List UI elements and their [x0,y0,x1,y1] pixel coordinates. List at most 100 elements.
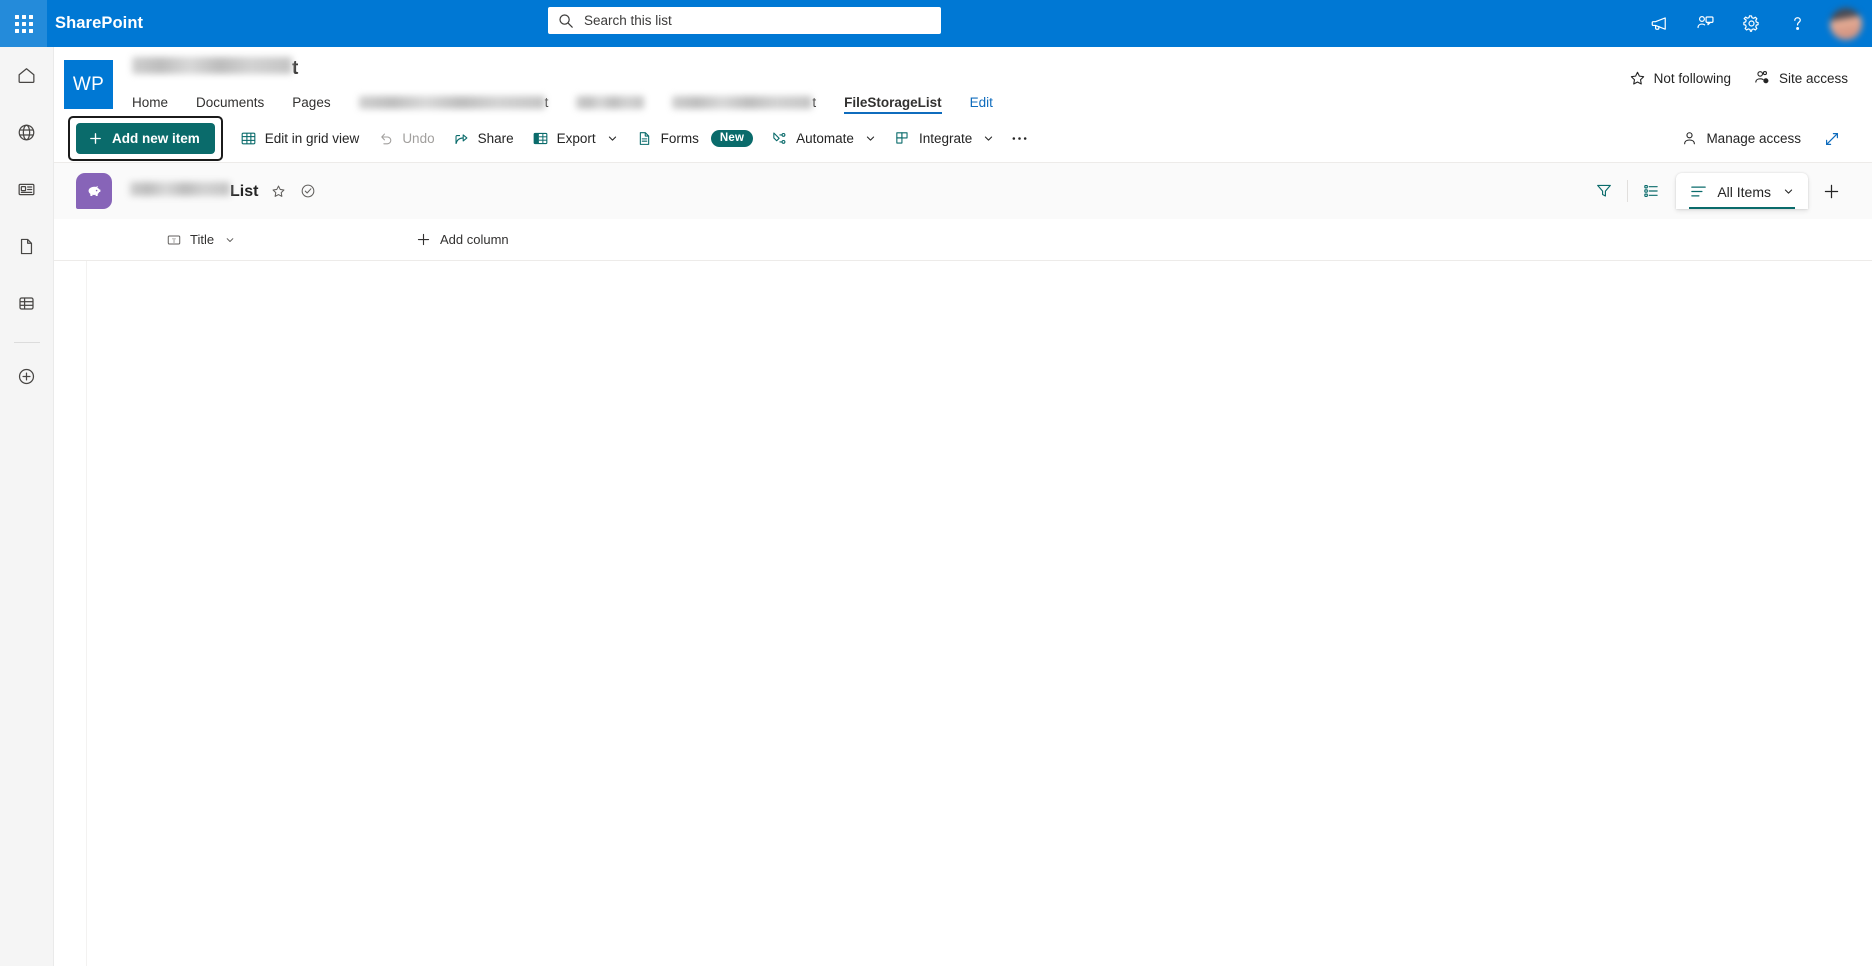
filter-icon[interactable] [1587,174,1621,208]
excel-icon [532,130,549,147]
undo-icon [377,130,394,147]
megaphone-icon[interactable] [1636,0,1682,47]
column-title[interactable]: T Title [158,224,408,256]
undo-button[interactable]: Undo [368,122,443,155]
chevron-down-icon [607,133,618,144]
globe-icon [16,122,37,143]
nav-item-redacted-3[interactable]: t [672,95,816,113]
nav-item-edit[interactable]: Edit [970,95,993,113]
star-icon [1629,70,1646,87]
piggy-bank-icon [76,173,112,209]
news-icon [16,179,37,200]
rail-item-my-sites[interactable] [7,112,47,152]
home-icon [16,65,37,86]
search-box[interactable] [548,7,941,34]
nav-redacted-block-3 [672,96,813,109]
share-icon [453,130,470,147]
nav-item-home[interactable]: Home [132,95,168,113]
plus-icon [88,131,103,146]
help-icon[interactable] [1774,0,1820,47]
list-details-icon[interactable] [1634,174,1668,208]
site-title-redacted [132,57,292,74]
list-grid: T Title Add column [54,219,1872,966]
site-logo[interactable]: WP [64,60,113,109]
grid-icon [240,130,257,147]
chevron-down-icon [983,133,994,144]
site-navigation: Home Documents Pages t t FileStorageList… [132,91,993,117]
nav-item-filestoragelist[interactable]: FileStorageList [844,95,942,114]
export-label: Export [556,131,596,146]
more-options-icon[interactable] [1003,123,1035,155]
nav-item-redacted-1-suffix: t [544,95,549,110]
chevron-down-icon [225,235,235,245]
list-view-controls: All Items [1587,173,1848,209]
app-launcher-icon[interactable] [0,0,47,47]
command-bar: Add new item Edit in grid view Undo Shar… [54,115,1872,163]
rail-item-files[interactable] [7,226,47,266]
chevron-down-icon [1783,186,1794,197]
avatar[interactable] [1820,0,1872,47]
share-button[interactable]: Share [444,122,523,155]
automate-button[interactable]: Automate [762,122,885,155]
search-icon [558,13,574,29]
add-new-item-label: Add new item [112,131,200,146]
search-input[interactable] [584,13,931,28]
nav-item-redacted-2[interactable] [576,96,645,112]
suite-bar-actions [1636,0,1872,47]
sharepoint-list-page: SharePoint Search this list WP t Home Do… [0,0,1872,966]
people-access-icon [1753,69,1771,87]
site-header: WP t Home Documents Pages t t FileStorag… [54,47,1872,115]
edit-in-grid-view-button[interactable]: Edit in grid view [231,122,369,155]
gear-icon[interactable] [1728,0,1774,47]
site-title-suffix: t [292,58,299,79]
integrate-button[interactable]: Integrate [885,122,1003,155]
add-column-button[interactable]: Add column [408,224,517,256]
add-new-item-button[interactable]: Add new item [76,123,215,154]
list-icon [16,293,37,314]
share-label: Share [477,131,514,146]
create-icon [16,366,37,387]
integrate-icon [894,130,911,147]
favorite-star-icon[interactable] [268,181,288,201]
manage-access-button[interactable]: Manage access [1672,122,1810,155]
nav-item-pages[interactable]: Pages [292,95,330,113]
saved-status-icon [298,181,318,201]
command-bar-right: Manage access [1672,122,1848,155]
body-row: WP t Home Documents Pages t t FileStorag… [0,47,1872,966]
nav-item-redacted-3-suffix: t [812,95,817,110]
nav-redacted-block-2 [576,96,645,109]
integrate-label: Integrate [918,131,973,146]
add-view-icon[interactable] [1814,174,1848,208]
site-access-label: Site access [1778,70,1848,86]
not-following-label: Not following [1653,70,1731,86]
svg-text:T: T [172,237,176,244]
list-name-row: List [130,181,318,201]
form-icon [636,130,653,147]
view-selector[interactable]: All Items [1676,173,1808,209]
site-title[interactable]: t [132,57,993,83]
grid-column-header-row: T Title Add column [54,219,1872,261]
not-following-button[interactable]: Not following [1629,70,1731,87]
expand-icon[interactable] [1816,123,1848,155]
rail-item-lists[interactable] [7,283,47,323]
site-header-actions: Not following Site access [1629,69,1848,87]
nav-item-documents[interactable]: Documents [196,95,264,113]
list-header: List All Items [54,163,1872,219]
list-name[interactable]: List [130,181,258,201]
undo-label: Undo [402,131,435,146]
forms-button[interactable]: Forms New [627,122,763,155]
view-name-label: All Items [1717,183,1771,200]
rail-item-create[interactable] [7,356,47,396]
grid-body-empty [86,261,1872,966]
text-field-icon: T [166,232,182,248]
sharepoint-brand-link[interactable]: SharePoint [55,14,143,33]
rail-item-news[interactable] [7,169,47,209]
rail-item-home[interactable] [7,55,47,95]
site-access-button[interactable]: Site access [1753,69,1848,87]
people-chat-icon[interactable] [1682,0,1728,47]
export-button[interactable]: Export [523,122,627,155]
forms-label: Forms [660,131,699,146]
column-title-label: Title [190,232,215,247]
nav-item-redacted-1[interactable]: t [358,95,549,113]
main-column: WP t Home Documents Pages t t FileStorag… [54,47,1872,966]
